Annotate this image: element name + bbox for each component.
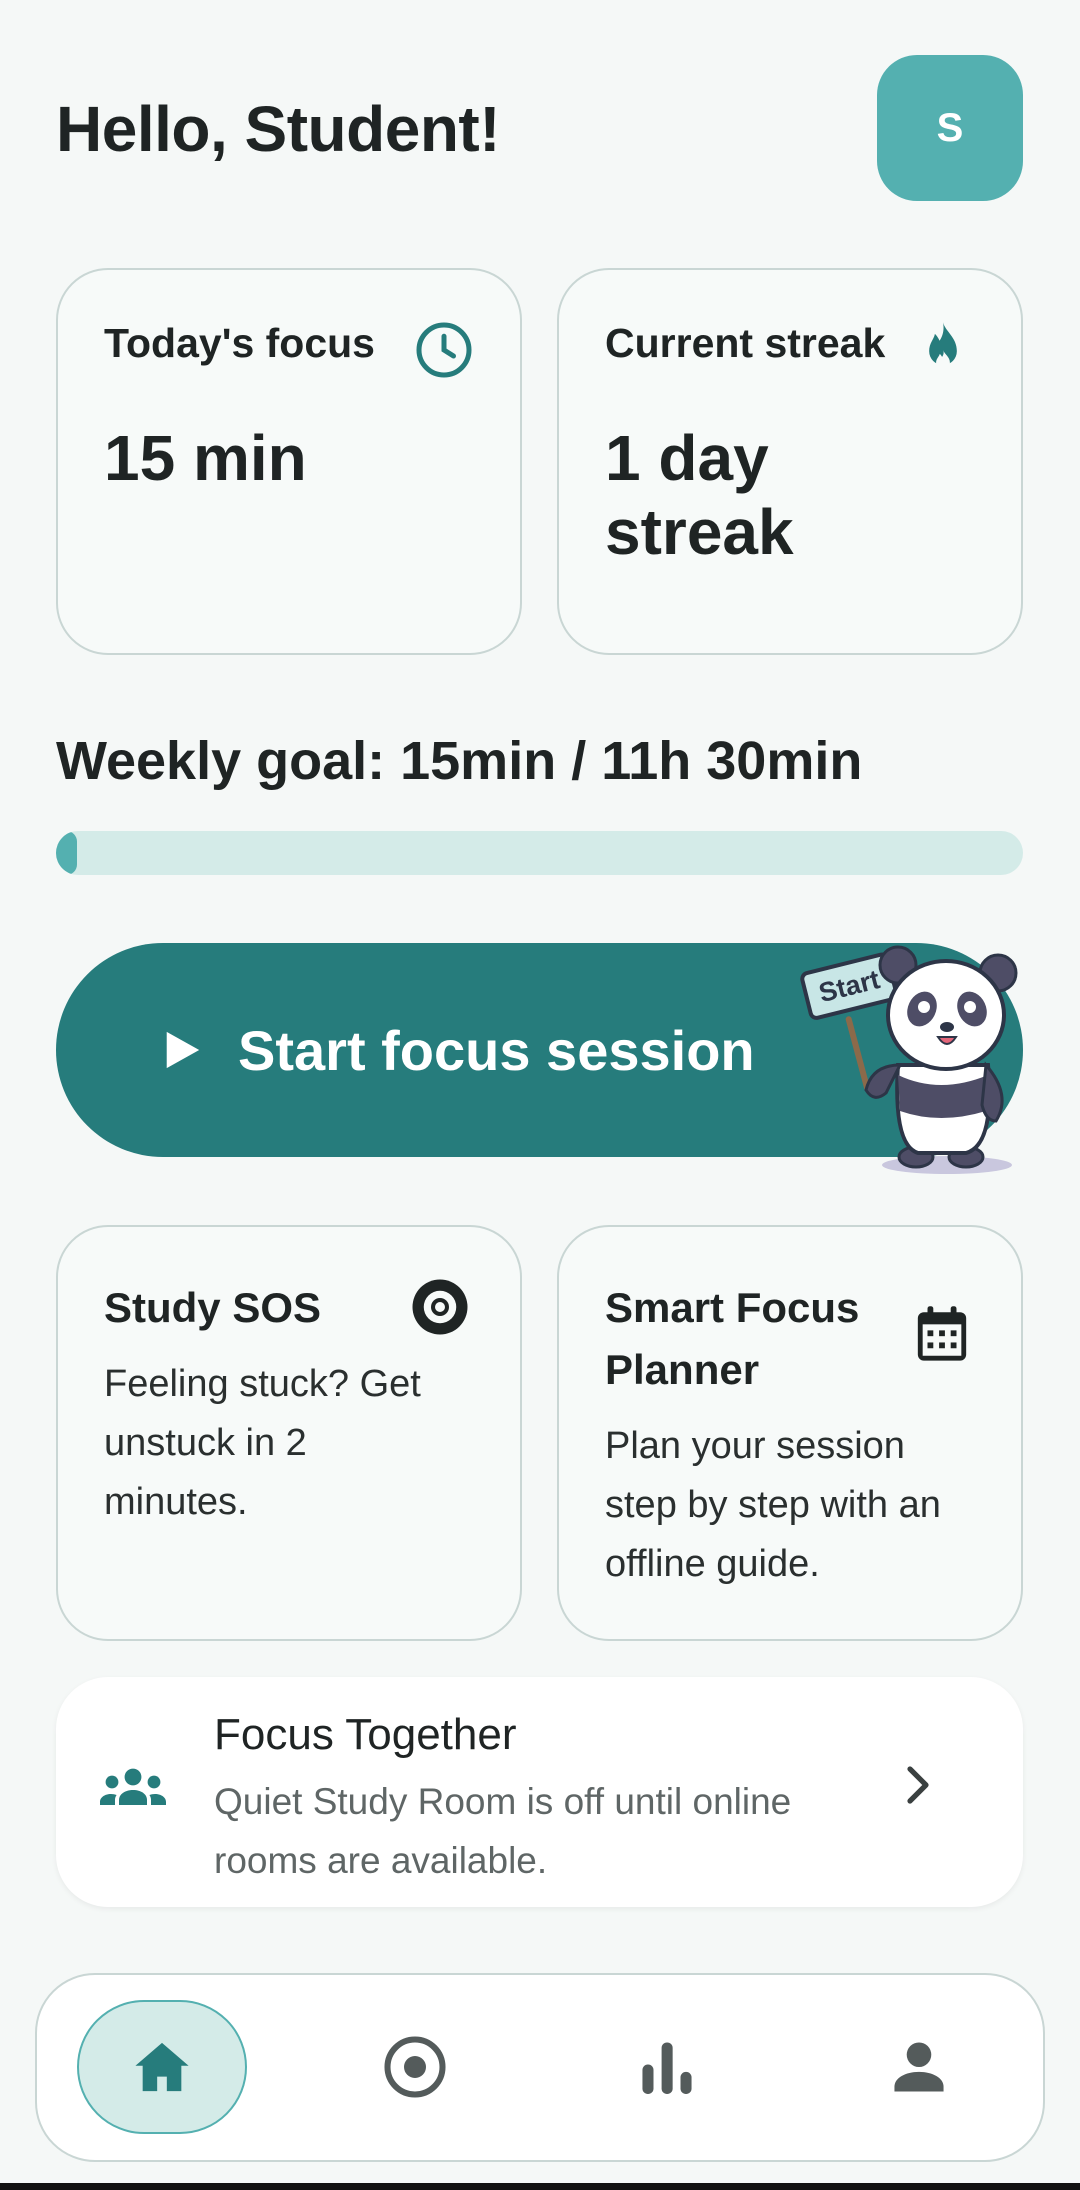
study-sos-description: Feeling stuck? Get unstuck in 2 minutes. [104,1363,421,1523]
chevron-right-icon [907,1766,929,1804]
focus-icon [384,2036,446,2098]
clock-icon [416,322,472,378]
current-streak-value: 1 day streak [605,422,794,568]
weekly-goal-label: Weekly goal: 15min / 11h 30min [56,731,863,791]
smart-focus-planner-card[interactable]: Smart Focus Planner Plan your session st… [557,1225,1023,1641]
lifebuoy-icon [412,1279,468,1335]
nav-stats[interactable] [582,2000,752,2134]
stats-icon [642,2042,692,2094]
today-focus-value: 15 min [104,422,307,494]
current-streak-card: Current streak 1 day streak [557,268,1023,655]
home-icon [135,2042,189,2092]
today-focus-card: Today's focus 15 min [56,268,522,655]
study-sos-card[interactable]: Study SOS Feeling stuck? Get unstuck in … [56,1225,522,1641]
smart-focus-planner-description: Plan your session step by step with an o… [605,1425,941,1585]
weekly-goal-progress-fill [56,831,78,875]
smart-focus-planner-title: Smart Focus Planner [605,1284,860,1393]
calendar-icon [917,1306,967,1361]
nav-home[interactable] [77,2000,247,2134]
system-bottom-bar [0,2183,1080,2190]
focus-together-card[interactable]: Focus Together Quiet Study Room is off u… [56,1677,1023,1907]
greeting-title: Hello, Student! [56,93,501,165]
focus-together-subtitle: Quiet Study Room is off until online roo… [214,1781,792,1881]
focus-together-title: Focus Together [214,1710,517,1759]
start-focus-session-label: Start focus session [238,1018,755,1082]
profile-icon [894,2042,944,2092]
play-icon [166,1031,200,1069]
group-icon [100,1768,166,1805]
nav-profile[interactable] [834,2000,1004,2134]
flame-icon [929,322,957,370]
bottom-navigation [35,1973,1045,2162]
weekly-goal-progress [56,831,1023,875]
panda-mascot-icon: Start [800,945,1018,1174]
avatar[interactable]: S [877,55,1023,201]
nav-focus[interactable] [330,2000,500,2134]
